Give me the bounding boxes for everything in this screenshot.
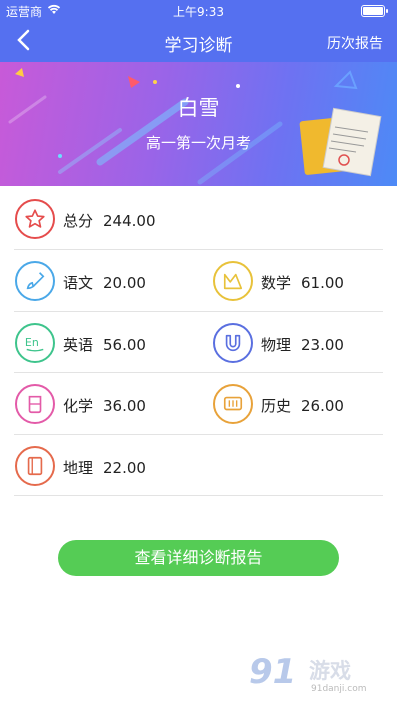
book-icon [15, 446, 55, 486]
divider [14, 495, 383, 496]
subject-label: 语文 [63, 274, 94, 292]
divider [14, 249, 383, 250]
svg-text:En: En [25, 336, 39, 349]
subject-score: 26.00 [301, 397, 344, 415]
subject-label: 地理 [63, 459, 94, 477]
subject-item-chinese[interactable]: 语文 20.00 [15, 261, 195, 305]
subject-score: 56.00 [103, 336, 146, 354]
watermark-url: 91danji.com [311, 684, 367, 694]
subject-label: 英语 [63, 336, 94, 354]
status-time: 上午9:33 [173, 5, 224, 19]
subject-label: 数学 [261, 274, 292, 292]
subject-item-physics[interactable]: 物理 23.00 [213, 323, 393, 367]
status-bar: 运营商 上午9:33 [0, 0, 397, 22]
star-icon [15, 199, 55, 239]
scroll-icon [213, 384, 253, 424]
watermark-text: 游戏 [309, 659, 351, 683]
view-detail-report-button[interactable]: 查看详细诊断报告 [58, 540, 339, 576]
divider [14, 434, 383, 435]
divider [14, 311, 383, 312]
subject-score: 36.00 [103, 397, 146, 415]
banner-decoration [8, 68, 382, 185]
student-name: 白雪 [177, 96, 220, 120]
beaker-icon [15, 384, 55, 424]
subject-item-chemistry[interactable]: 化学 36.00 [15, 384, 195, 428]
total-label: 总分 [63, 212, 94, 230]
nav-bar: 学习诊断 历次报告 [0, 22, 397, 62]
subject-score: 61.00 [301, 274, 344, 292]
subject-item-history[interactable]: 历史 26.00 [213, 384, 393, 428]
magnet-icon [213, 323, 253, 363]
subject-score: 20.00 [103, 274, 146, 292]
watermark-logo: 91 [249, 652, 297, 692]
subject-label: 化学 [63, 397, 94, 415]
subject-item-math[interactable]: 数学 61.00 [213, 261, 393, 305]
total-score: 244.00 [103, 212, 156, 230]
battery-icon [361, 5, 388, 17]
subject-label: 历史 [261, 397, 292, 415]
subject-score: 23.00 [301, 336, 344, 354]
divider [14, 372, 383, 373]
brush-icon [15, 261, 55, 301]
total-score-item[interactable]: 总分 244.00 [15, 199, 265, 243]
history-reports-button[interactable]: 历次报告 [327, 33, 383, 53]
site-watermark: 91 游戏 91danji.com [249, 652, 389, 700]
exam-name: 高一第一次月考 [145, 134, 251, 152]
subject-item-english[interactable]: En 英语 56.00 [15, 323, 195, 367]
subject-score: 22.00 [103, 459, 146, 477]
english-icon: En [15, 323, 55, 363]
subject-item-geography[interactable]: 地理 22.00 [15, 446, 195, 490]
exam-banner: 白雪 高一第一次月考 [0, 62, 397, 186]
math-icon [213, 261, 253, 301]
subject-label: 物理 [261, 336, 292, 354]
